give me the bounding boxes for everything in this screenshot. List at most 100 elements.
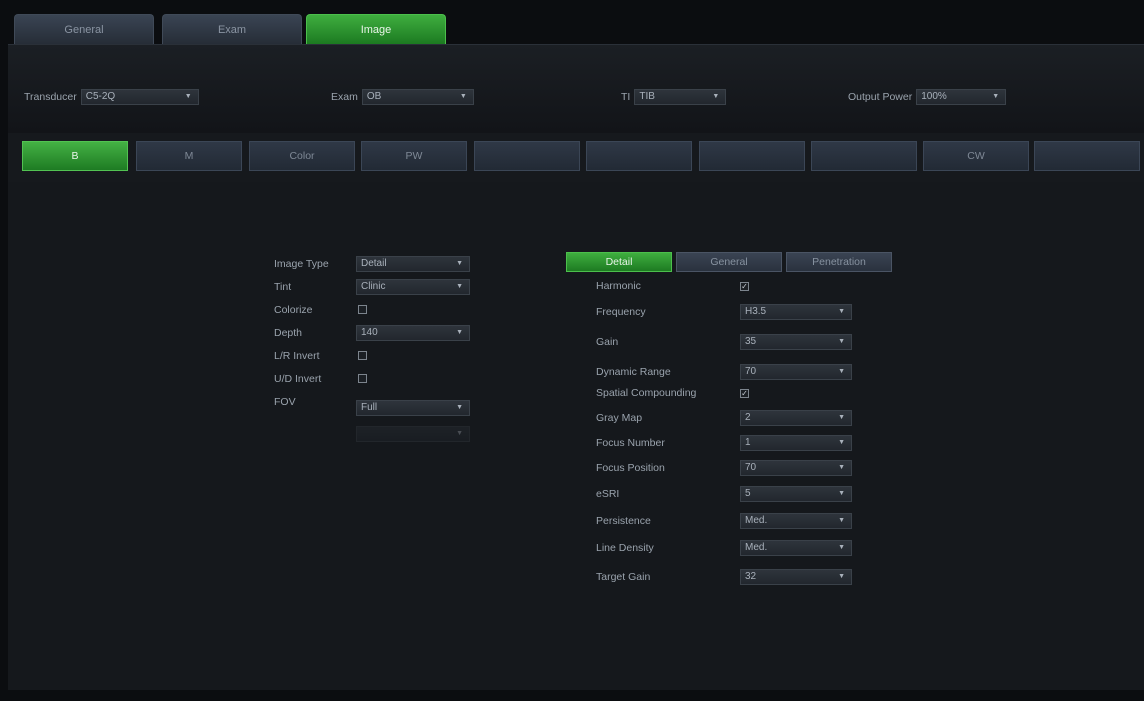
colorize-label: Colorize [274, 304, 313, 316]
dropdown-arrow-icon: ▼ [456, 283, 463, 290]
tab-image[interactable]: Image [306, 14, 446, 44]
mode-tab-7[interactable] [699, 141, 805, 171]
line-density-dropdown[interactable]: Med. ▼ [740, 540, 852, 556]
mode-tab-m[interactable]: M [136, 141, 242, 171]
dropdown-arrow-icon: ▼ [838, 368, 845, 375]
dropdown-arrow-icon: ▼ [838, 338, 845, 345]
frequency-label: Frequency [596, 306, 646, 318]
dynamic-range-label: Dynamic Range [596, 366, 671, 378]
mode-tab-8[interactable] [811, 141, 917, 171]
spatial-compounding-checkbox[interactable]: ✓ [740, 389, 749, 398]
dropdown-arrow-icon: ▼ [838, 517, 845, 524]
focus-number-dropdown[interactable]: 1 ▼ [740, 435, 852, 451]
mode-tab-b[interactable]: B [22, 141, 128, 171]
focus-number-label: Focus Number [596, 437, 665, 449]
focus-position-value: 70 [745, 462, 757, 473]
mode-tab-10[interactable] [1034, 141, 1140, 171]
depth-value: 140 [361, 327, 378, 338]
esri-dropdown[interactable]: 5 ▼ [740, 486, 852, 502]
output-power-group: Output Power 100% ▼ [848, 88, 1007, 106]
dropdown-arrow-icon: ▼ [838, 464, 845, 471]
ud-invert-checkbox[interactable] [358, 374, 367, 383]
check-icon: ✓ [741, 282, 748, 291]
ud-invert-label: U/D Invert [274, 373, 322, 385]
dropdown-arrow-icon: ▼ [712, 93, 720, 100]
top-tab-bar: General Exam Image [8, 8, 1144, 44]
dropdown-arrow-icon: ▼ [456, 430, 463, 437]
lr-invert-label: L/R Invert [274, 350, 320, 362]
mode-tab-6[interactable] [586, 141, 692, 171]
harmonic-label: Harmonic [596, 280, 641, 292]
gray-map-dropdown[interactable]: 2 ▼ [740, 410, 852, 426]
transducer-label: Transducer [24, 91, 77, 103]
target-gain-dropdown[interactable]: 32 ▼ [740, 569, 852, 585]
lr-invert-checkbox[interactable] [358, 351, 367, 360]
fov-value: Full [361, 402, 378, 413]
mode-tab-color[interactable]: Color [249, 141, 355, 171]
tint-dropdown[interactable]: Clinic ▼ [356, 279, 470, 295]
ti-dropdown[interactable]: TIB ▼ [634, 89, 727, 105]
dropdown-arrow-icon: ▼ [838, 544, 845, 551]
dropdown-arrow-icon: ▼ [456, 404, 463, 411]
gray-map-label: Gray Map [596, 412, 643, 424]
depth-label: Depth [274, 327, 303, 339]
fov-label: FOV [274, 396, 296, 408]
harmonic-checkbox[interactable]: ✓ [740, 282, 749, 291]
dropdown-arrow-icon: ▼ [456, 260, 463, 267]
dropdown-arrow-icon: ▼ [459, 93, 467, 100]
ti-value: TIB [639, 91, 655, 102]
dropdown-arrow-icon: ▼ [456, 329, 463, 336]
subtab-detail[interactable]: Detail [566, 252, 672, 272]
gain-label: Gain [596, 336, 619, 348]
dropdown-arrow-icon: ▼ [992, 93, 1000, 100]
mode-tab-5[interactable] [474, 141, 580, 171]
tint-value: Clinic [361, 281, 386, 292]
exam-value: OB [366, 91, 382, 102]
output-power-value: 100% [921, 91, 947, 102]
tab-exam[interactable]: Exam [162, 14, 302, 44]
subtab-penetration[interactable]: Penetration [786, 252, 892, 272]
esri-label: eSRI [596, 488, 620, 500]
dynamic-range-value: 70 [745, 366, 757, 377]
bottom-edge [8, 690, 1144, 701]
dropdown-arrow-icon: ▼ [838, 308, 845, 315]
fov-dropdown[interactable]: Full ▼ [356, 400, 470, 416]
colorize-checkbox[interactable] [358, 305, 367, 314]
focus-position-dropdown[interactable]: 70 ▼ [740, 460, 852, 476]
persistence-value: Med. [745, 515, 768, 526]
subtab-general[interactable]: General [676, 252, 782, 272]
transducer-dropdown[interactable]: C5-2Q ▼ [80, 89, 199, 105]
output-power-dropdown[interactable]: 100% ▼ [916, 89, 1007, 105]
image-type-label: Image Type [274, 258, 329, 270]
frequency-value: H3.5 [745, 306, 767, 317]
target-gain-label: Target Gain [596, 571, 651, 583]
transducer-value: C5-2Q [85, 91, 116, 102]
dropdown-arrow-icon: ▼ [838, 573, 845, 580]
focus-position-label: Focus Position [596, 462, 665, 474]
gray-map-value: 2 [745, 412, 751, 423]
tab-general[interactable]: General [14, 14, 154, 44]
esri-value: 5 [745, 488, 751, 499]
target-gain-value: 32 [745, 571, 757, 582]
line-density-label: Line Density [596, 542, 654, 554]
exam-dropdown[interactable]: OB ▼ [361, 89, 474, 105]
line-density-value: Med. [745, 542, 768, 553]
image-type-dropdown[interactable]: Detail ▼ [356, 256, 470, 272]
gain-dropdown[interactable]: 35 ▼ [740, 334, 852, 350]
mode-tab-cw[interactable]: CW [923, 141, 1029, 171]
frequency-dropdown[interactable]: H3.5 ▼ [740, 304, 852, 320]
image-type-value: Detail [361, 258, 387, 269]
exam-label: Exam [331, 91, 358, 103]
focus-number-value: 1 [745, 437, 751, 448]
ti-label: TI [621, 91, 631, 103]
transducer-group: Transducer C5-2Q ▼ [24, 88, 199, 106]
persistence-dropdown[interactable]: Med. ▼ [740, 513, 852, 529]
dropdown-arrow-icon: ▼ [838, 439, 845, 446]
mode-tab-pw[interactable]: PW [361, 141, 467, 171]
dropdown-arrow-icon: ▼ [838, 414, 845, 421]
dynamic-range-dropdown[interactable]: 70 ▼ [740, 364, 852, 380]
dropdown-arrow-icon: ▼ [184, 93, 192, 100]
spatial-compounding-label: Spatial Compounding [596, 387, 697, 399]
tint-label: Tint [274, 281, 292, 293]
depth-dropdown[interactable]: 140 ▼ [356, 325, 470, 341]
